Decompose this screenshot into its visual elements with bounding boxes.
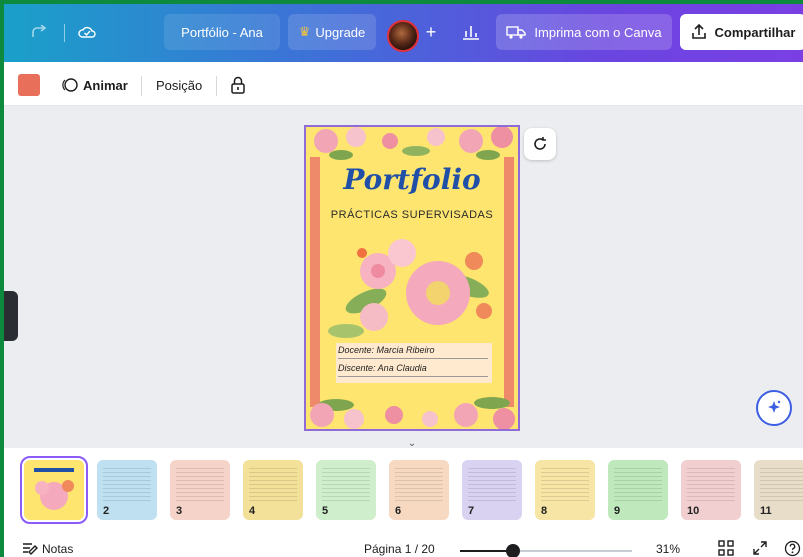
plus-icon: + — [425, 21, 437, 42]
thumbnail-text-lines — [395, 468, 443, 504]
redo-icon[interactable] — [26, 14, 52, 50]
page-thumbnail[interactable]: 2 — [97, 460, 157, 520]
thumbnail-text-lines — [468, 468, 516, 504]
teacher-line: Docente: Marcia Ribeiro — [338, 345, 488, 359]
page-title: Portfolio — [343, 163, 481, 196]
fullscreen-icon[interactable] — [752, 540, 768, 556]
thumbnail-number: 7 — [468, 505, 475, 517]
animate-label: Animar — [83, 77, 128, 93]
crown-icon: ♛ — [298, 24, 311, 39]
page-thumbnail[interactable]: 11 — [754, 460, 803, 520]
page-thumbnail[interactable]: 4 — [243, 460, 303, 520]
thumbnail-text-lines — [541, 468, 589, 504]
thumbnail-flowers — [34, 468, 74, 510]
zoom-slider-knob[interactable] — [506, 544, 520, 557]
thumbnail-text-lines — [103, 468, 151, 504]
notes-label: Notas — [42, 542, 74, 556]
design-page[interactable]: Portfolio PRÁCTICAS SUPERVISADAS Docente… — [304, 125, 520, 431]
page-indicator[interactable]: Página 1 / 20 — [364, 542, 435, 556]
app-window: Portfólio - Ana ♛ Upgrade + Imprima com … — [0, 0, 803, 557]
notes-button[interactable]: Notas — [22, 542, 73, 556]
thumbnail-number: 8 — [541, 505, 548, 517]
thumbnail-number: 3 — [176, 505, 183, 517]
analytics-icon[interactable] — [456, 14, 486, 50]
panel-handle[interactable] — [4, 291, 18, 341]
thumbnail-number: 11 — [760, 505, 772, 517]
page-thumbnail[interactable]: 8 — [535, 460, 595, 520]
thumbnail-number: 2 — [103, 505, 110, 517]
thumbnail-text-lines — [249, 468, 297, 504]
animate-button[interactable]: Animar — [62, 74, 128, 96]
grid-view-icon[interactable] — [718, 540, 734, 556]
student-line: Discente: Ana Claudia — [338, 363, 488, 377]
thumbnail-text-lines — [322, 468, 370, 504]
print-label: Imprima com o Canva — [534, 24, 662, 40]
truck-icon — [506, 26, 527, 39]
share-button[interactable]: Compartilhar — [680, 14, 803, 50]
floral-border-bottom — [310, 397, 515, 429]
page-thumbnails: 2 3 4 5 6 7 8 9 10 11 — [4, 448, 803, 536]
thumbnail-text-lines — [176, 468, 224, 504]
zoom-slider[interactable] — [460, 544, 632, 557]
page-thumbnail[interactable]: 5 — [316, 460, 376, 520]
page-thumbnail[interactable]: 6 — [389, 460, 449, 520]
position-label: Posição — [156, 77, 203, 93]
thumbnail-number: 5 — [322, 505, 329, 517]
page-thumbnail[interactable]: 7 — [462, 460, 522, 520]
thumbnail-number: 9 — [614, 505, 621, 517]
upgrade-label: Upgrade — [315, 24, 366, 40]
editor-toolbar: Animar Posição — [4, 62, 803, 106]
thumbnail-text-lines — [687, 468, 735, 504]
rotate-icon[interactable] — [524, 128, 556, 160]
share-label: Compartilhar — [714, 24, 796, 40]
thumbnail-number: 4 — [249, 505, 256, 517]
design-canvas[interactable]: Portfolio PRÁCTICAS SUPERVISADAS Docente… — [4, 106, 803, 449]
thumbnail-number: 10 — [687, 505, 700, 517]
cloud-save-icon[interactable] — [74, 14, 100, 50]
document-title-text: Portfólio - Ana — [181, 24, 263, 40]
lock-icon[interactable] — [230, 74, 246, 96]
animate-icon — [62, 78, 78, 92]
page-thumbnail[interactable]: 10 — [681, 460, 741, 520]
magic-sparkle-icon[interactable] — [756, 390, 792, 426]
divider — [216, 76, 217, 96]
status-bar: Notas Página 1 / 20 31% — [4, 536, 803, 557]
upgrade-button[interactable]: ♛ Upgrade — [288, 14, 376, 50]
help-icon[interactable] — [784, 540, 801, 557]
notes-icon — [23, 543, 38, 555]
page-thumbnail[interactable] — [20, 456, 88, 524]
thumbnail-text-lines — [760, 468, 803, 504]
page-thumbnail[interactable]: 3 — [170, 460, 230, 520]
page-subtitle: PRÁCTICAS SUPERVISADAS — [330, 209, 494, 221]
color-swatch[interactable] — [18, 74, 40, 96]
divider — [64, 24, 65, 42]
position-button[interactable]: Posição — [156, 74, 202, 96]
floral-border-top — [314, 127, 513, 160]
flower-bouquet — [328, 239, 492, 338]
print-with-canva-button[interactable]: Imprima com o Canva — [496, 14, 672, 50]
zoom-level[interactable]: 31% — [656, 542, 680, 556]
top-bar: Portfólio - Ana ♛ Upgrade + Imprima com … — [4, 4, 803, 62]
thumbnail-text-lines — [614, 468, 662, 504]
upload-icon — [691, 24, 706, 39]
thumbnail-number: 6 — [395, 505, 402, 517]
divider — [141, 76, 142, 96]
avatar[interactable] — [387, 20, 419, 52]
add-collaborator-button[interactable]: + — [422, 14, 440, 50]
page-thumbnail[interactable]: 9 — [608, 460, 668, 520]
document-title[interactable]: Portfólio - Ana — [164, 14, 280, 50]
